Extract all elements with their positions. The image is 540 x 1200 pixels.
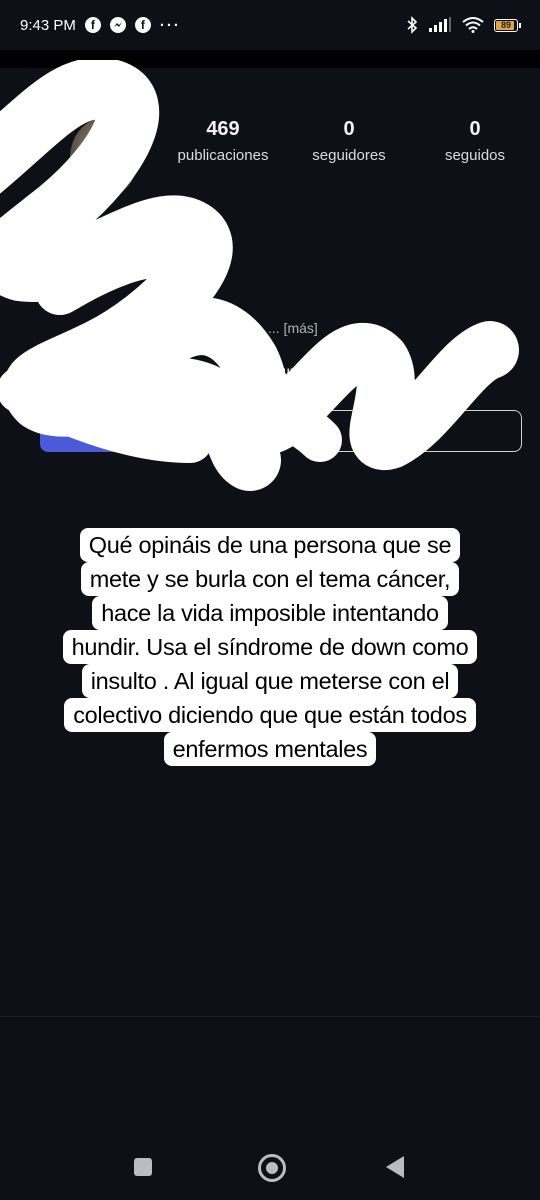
facebook-icon: f xyxy=(134,17,151,33)
bluetooth-icon xyxy=(407,16,418,34)
messenger-icon xyxy=(109,17,126,33)
bottom-divider xyxy=(0,1016,540,1017)
status-right: 89 xyxy=(406,16,521,34)
story-text-line: colectivo diciendo que que están todos xyxy=(64,698,476,732)
story-text-line: Qué opináis de una persona que se xyxy=(79,528,461,562)
home-circle-icon[interactable] xyxy=(258,1154,286,1182)
clock: 9:43 PM xyxy=(20,16,76,34)
signal-icon xyxy=(429,17,451,32)
wifi-icon xyxy=(462,17,484,33)
back-triangle-icon[interactable] xyxy=(386,1156,404,1178)
more-notifications-icon: ··· xyxy=(159,16,181,34)
status-left: 9:43 PM f f ··· xyxy=(20,17,181,34)
story-text-line: enfermos mentales xyxy=(163,732,377,766)
battery-level: 89 xyxy=(500,19,511,30)
story-text-line: insulto . Al igual que meterse con el xyxy=(81,664,459,698)
story-text-line: hundir. Usa el síndrome de down como xyxy=(62,630,478,664)
system-nav-bar xyxy=(0,1130,540,1200)
battery-icon: 89 xyxy=(494,18,521,32)
story-text-block: Qué opináis de una persona que se mete y… xyxy=(0,528,540,766)
redaction-scribble xyxy=(0,60,519,491)
story-text-line: mete y se burla con el tema cáncer, xyxy=(80,562,460,596)
recents-square-icon[interactable] xyxy=(134,1158,152,1176)
story-text-line: hace la vida imposible intentando xyxy=(92,596,448,630)
status-bar: 9:43 PM f f ··· 89 xyxy=(0,0,540,50)
facebook-icon: f xyxy=(84,17,101,33)
